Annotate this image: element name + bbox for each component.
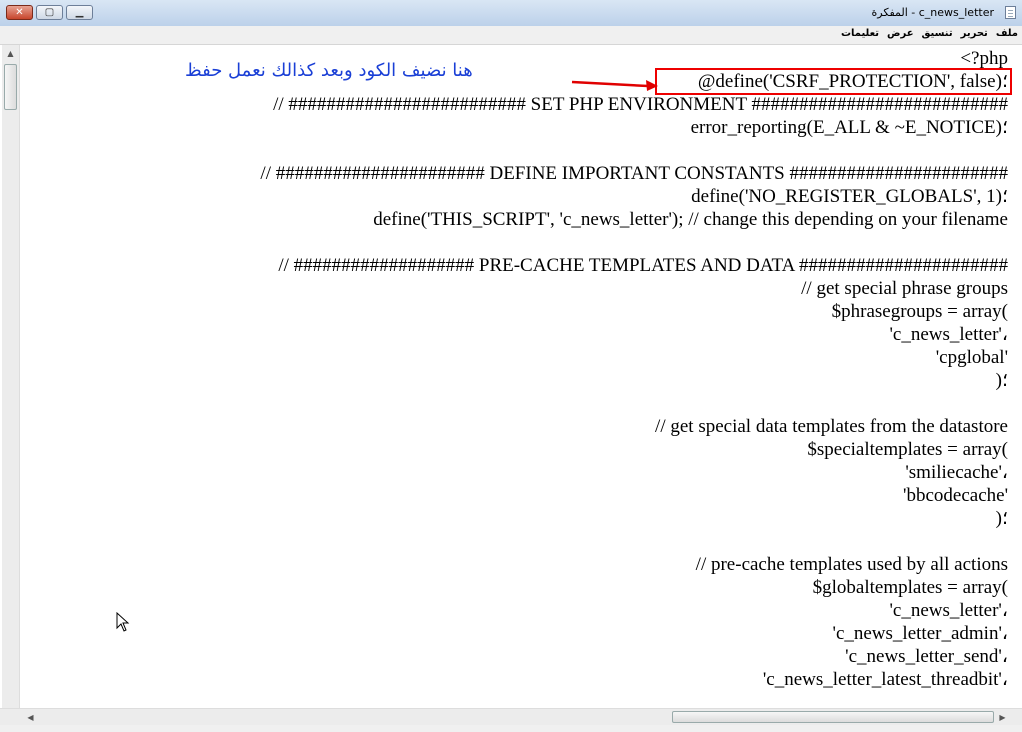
code-line: // ################### PRE-CACHE TEMPLAT… — [278, 255, 1008, 276]
code-line: 'cpglobal' — [935, 347, 1008, 368]
text-editor-area[interactable]: <?php @define('CSRF_PROTECTION', false)؛ /… — [0, 45, 1022, 708]
menu-format[interactable]: تنسيق — [922, 28, 953, 39]
menu-bar: ملف تحرير تنسيق عرض تعليمات — [0, 26, 1022, 45]
code-line: 'smiliecache'، — [905, 462, 1008, 483]
code-line: 'c_news_letter'، — [889, 600, 1009, 621]
scroll-up-icon[interactable]: ▲ — [2, 45, 19, 62]
annotation-text: هنا نضيف الكود وبعد كذالك نعمل حفظ — [185, 60, 473, 81]
code-line: error_reporting(E_ALL & ~E_NOTICE)؛ — [690, 117, 1008, 138]
code-line: 'c_news_letter_send'، — [845, 646, 1008, 667]
highlight-box — [655, 68, 1012, 95]
red-arrow-icon — [571, 80, 658, 91]
code-line: 'bbcodecache' — [903, 485, 1008, 506]
code-line: // get special data templates from the d… — [655, 416, 1008, 437]
code-line: 'c_news_letter_latest_threadbit'، — [762, 669, 1008, 690]
code-line: define('THIS_SCRIPT', 'c_news_letter'); … — [373, 209, 1008, 230]
code-line: // pre-cache templates used by all actio… — [695, 554, 1008, 575]
close-button[interactable]: ✕ — [6, 5, 33, 20]
window-title: c_news_letter - المفكرة — [871, 6, 994, 19]
vertical-scroll-thumb[interactable] — [4, 64, 17, 110]
code-line: // get special phrase groups — [801, 278, 1008, 299]
status-bar — [0, 725, 1022, 732]
title-bar: ✕ ▢ ▁ c_news_letter - المفكرة — [0, 0, 1022, 27]
scroll-right-icon[interactable]: ▶ — [994, 709, 1011, 726]
menu-file[interactable]: ملف — [996, 28, 1018, 39]
code-line: define('NO_REGISTER_GLOBALS', 1)؛ — [691, 186, 1008, 207]
code-line: $phrasegroups = array( — [831, 301, 1008, 322]
code-line: )؛ — [995, 370, 1008, 391]
code-line: 'c_news_letter'، — [889, 324, 1009, 345]
scroll-left-icon[interactable]: ◀ — [22, 709, 39, 726]
menu-view[interactable]: عرض — [887, 28, 914, 39]
menu-help[interactable]: تعليمات — [841, 28, 879, 39]
code-line: 'c_news_letter_admin'، — [832, 623, 1008, 644]
code-line: // ###################### DEFINE IMPORTA… — [260, 163, 1008, 184]
maximize-button[interactable]: ▢ — [36, 5, 63, 20]
code-line: $specialtemplates = array( — [807, 439, 1008, 460]
mouse-pointer-icon — [116, 612, 130, 632]
notepad-icon — [1005, 6, 1016, 19]
menu-edit[interactable]: تحرير — [961, 28, 988, 39]
code-line: )؛ — [995, 508, 1008, 529]
code-content[interactable]: <?php @define('CSRF_PROTECTION', false)؛ /… — [260, 47, 1008, 691]
horizontal-scroll-thumb[interactable] — [672, 711, 994, 723]
vertical-scrollbar[interactable]: ▲ — [2, 45, 20, 708]
code-line: $globaltemplates = array( — [812, 577, 1008, 598]
horizontal-scrollbar[interactable]: ◀ ▶ — [0, 708, 1022, 726]
minimize-button[interactable]: ▁ — [66, 5, 93, 20]
code-line: // ######################### SET PHP ENV… — [273, 94, 1008, 115]
